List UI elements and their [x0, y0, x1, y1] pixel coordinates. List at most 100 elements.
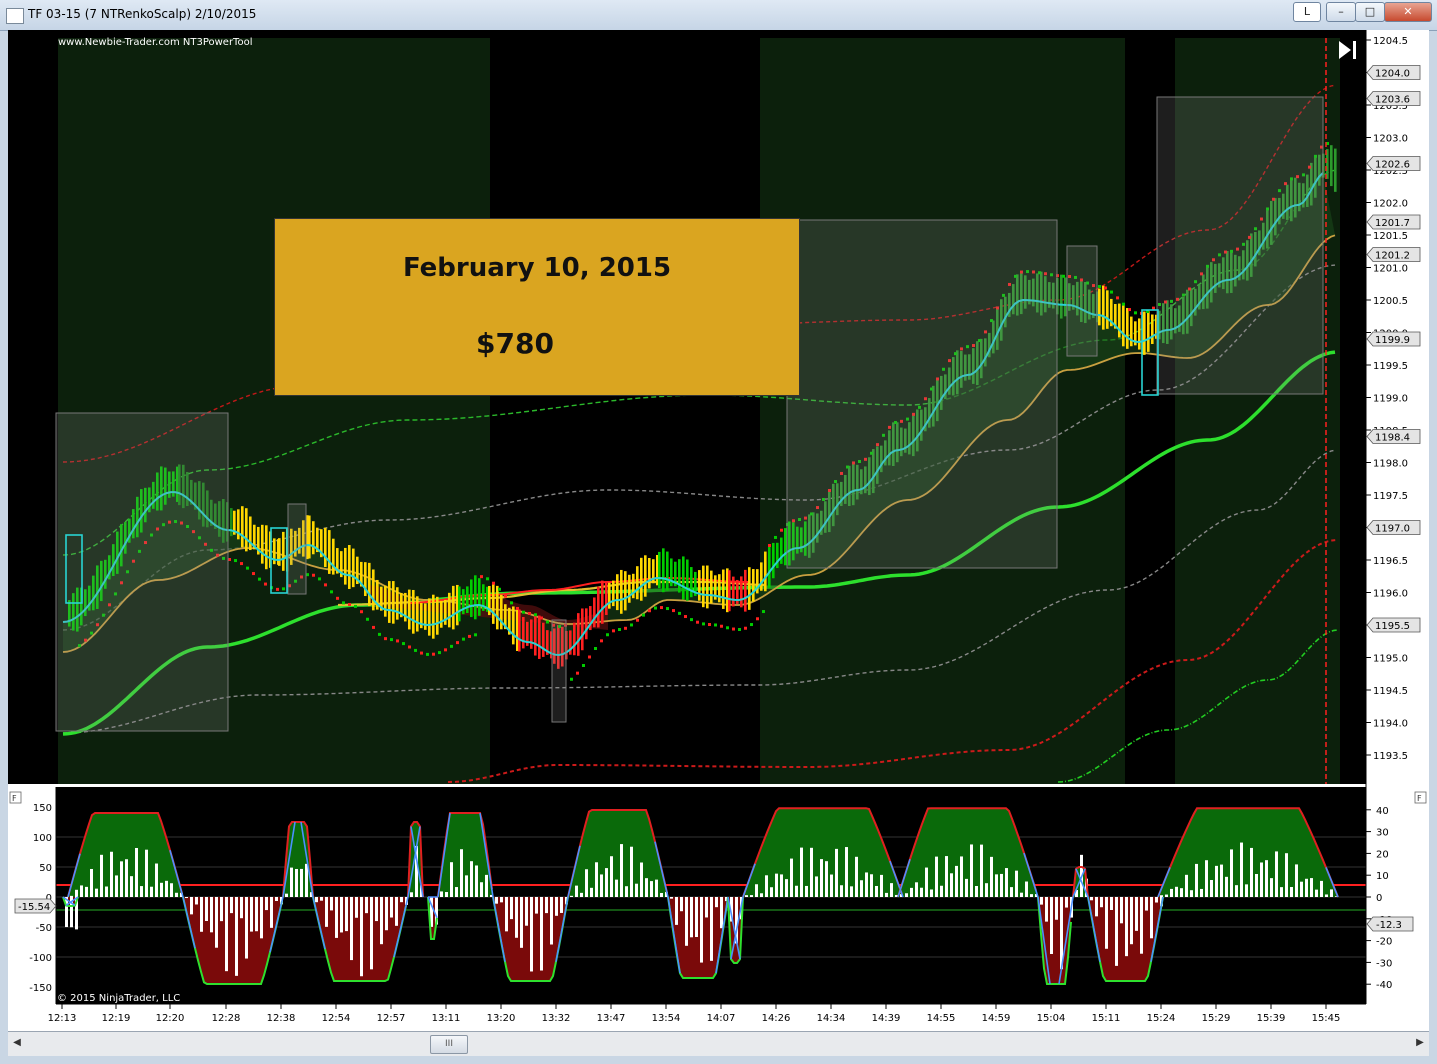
osc-histogram-bar [1280, 887, 1283, 897]
minimize-button[interactable]: – [1326, 2, 1356, 22]
osc-histogram-bar [1145, 897, 1148, 911]
oscillator-panel[interactable]: © 2015 NinjaTrader, LLC [8, 787, 1366, 1004]
osc-histogram-bar [525, 897, 528, 926]
price-bar [368, 562, 371, 607]
price-badge-label: 1195.5 [1375, 621, 1410, 632]
link-button[interactable]: L [1293, 2, 1321, 22]
price-tick-label: 1201.5 [1373, 231, 1408, 242]
osc-histogram-bar [1180, 888, 1183, 897]
price-panel[interactable]: www.Newbie-Trader.com NT3PowerTool [8, 30, 1366, 784]
osc-left-tick: -150 [29, 983, 52, 994]
osc-histogram-bar [1055, 897, 1058, 920]
osc-histogram-bar [120, 861, 123, 897]
osc-histogram-bar [155, 863, 158, 897]
horizontal-scrollbar[interactable]: ◀ III ▶ [8, 1031, 1429, 1056]
osc-histogram-bar [500, 897, 503, 903]
osc-histogram-bar [650, 881, 653, 897]
trail-dot [522, 610, 525, 614]
osc-histogram-bar [1090, 897, 1093, 901]
osc-histogram-bar [600, 874, 603, 897]
osc-histogram-bar [1020, 892, 1023, 897]
price-bar [728, 570, 731, 612]
osc-histogram-bar [680, 897, 683, 912]
price-bar [522, 616, 525, 649]
osc-histogram-bar [450, 862, 453, 897]
price-badge-label: 1202.6 [1375, 160, 1410, 171]
osc-histogram-bar [125, 859, 128, 897]
time-label: 15:39 [1257, 1013, 1286, 1024]
osc-histogram-bar [85, 886, 88, 897]
osc-histogram-bar [935, 856, 938, 897]
price-axis: 1204.51204.01203.51203.01202.51202.01201… [1365, 30, 1429, 787]
osc-histogram-bar [695, 897, 698, 938]
osc-histogram-bar [885, 892, 888, 897]
osc-histogram-bar [1315, 889, 1318, 897]
osc-histogram-bar [330, 897, 333, 911]
osc-histogram-bar [540, 897, 543, 971]
price-bar [518, 609, 521, 652]
osc-histogram-bar [375, 897, 378, 922]
price-bar [772, 542, 775, 579]
osc-histogram-bar [1065, 897, 1068, 908]
trail-dot [450, 644, 453, 648]
osc-histogram-bar [335, 897, 338, 938]
trail-dot [636, 618, 639, 622]
osc-histogram-bar [190, 897, 193, 915]
trail-dot [612, 629, 615, 633]
scroll-thumb[interactable]: III [430, 1035, 468, 1054]
osc-histogram-bar [1155, 897, 1158, 903]
price-badge-label: 1198.4 [1375, 433, 1410, 444]
osc-histogram-bar [200, 897, 203, 932]
price-bar [1143, 311, 1146, 355]
osc-histogram-bar [290, 867, 293, 897]
price-bar [706, 565, 709, 609]
osc-histogram-bar [320, 897, 323, 901]
time-label: 12:19 [102, 1013, 131, 1024]
price-bar [744, 569, 747, 612]
osc-histogram-bar [220, 897, 223, 922]
price-tick-label: 1196.0 [1373, 589, 1408, 600]
price-bar [682, 556, 685, 600]
osc-histogram-bar [545, 897, 548, 914]
price-badge-label: 1203.6 [1375, 95, 1410, 106]
maximize-button[interactable]: □ [1355, 2, 1385, 22]
osc-histogram-bar [515, 897, 518, 938]
trail-dot [510, 601, 513, 605]
chart-area[interactable]: www.Newbie-Trader.com NT3PowerTool 1204.… [8, 30, 1429, 1031]
osc-histogram-bar [585, 869, 588, 897]
price-bar [530, 619, 533, 649]
price-bar [620, 569, 623, 614]
trail-dot [474, 633, 477, 637]
scroll-left-icon[interactable]: ◀ [10, 1035, 24, 1051]
osc-histogram-bar [1255, 873, 1258, 897]
trail-dot [762, 610, 765, 614]
trail-dot [1122, 302, 1125, 306]
trail-dot [588, 655, 591, 659]
trail-dot [540, 616, 543, 620]
trail-dot [372, 625, 375, 629]
osc-histogram-bar [840, 885, 843, 897]
close-button[interactable]: ✕ [1384, 2, 1432, 22]
trail-dot [684, 615, 687, 619]
trail-dot [402, 642, 405, 646]
osc-histogram-bar [985, 883, 988, 897]
scroll-right-icon[interactable]: ▶ [1413, 1035, 1427, 1051]
time-label: 14:55 [927, 1013, 956, 1024]
price-bar [601, 580, 604, 624]
price-bar [760, 562, 763, 591]
trail-dot [546, 620, 549, 624]
price-bar [752, 569, 755, 602]
range-box [1066, 245, 1098, 357]
osc-histogram-bar [790, 858, 793, 897]
trail-dot [492, 581, 495, 585]
price-bar [470, 579, 473, 618]
osc-histogram-bar [395, 897, 398, 926]
trail-dot [696, 620, 699, 624]
price-bar [282, 531, 285, 571]
price-bar [718, 574, 721, 603]
osc-histogram-bar [210, 897, 213, 933]
osc-histogram-bar [1310, 878, 1313, 897]
osc-histogram-bar [75, 889, 78, 897]
osc-histogram-bar [535, 897, 538, 914]
osc-histogram-bar [940, 885, 943, 897]
